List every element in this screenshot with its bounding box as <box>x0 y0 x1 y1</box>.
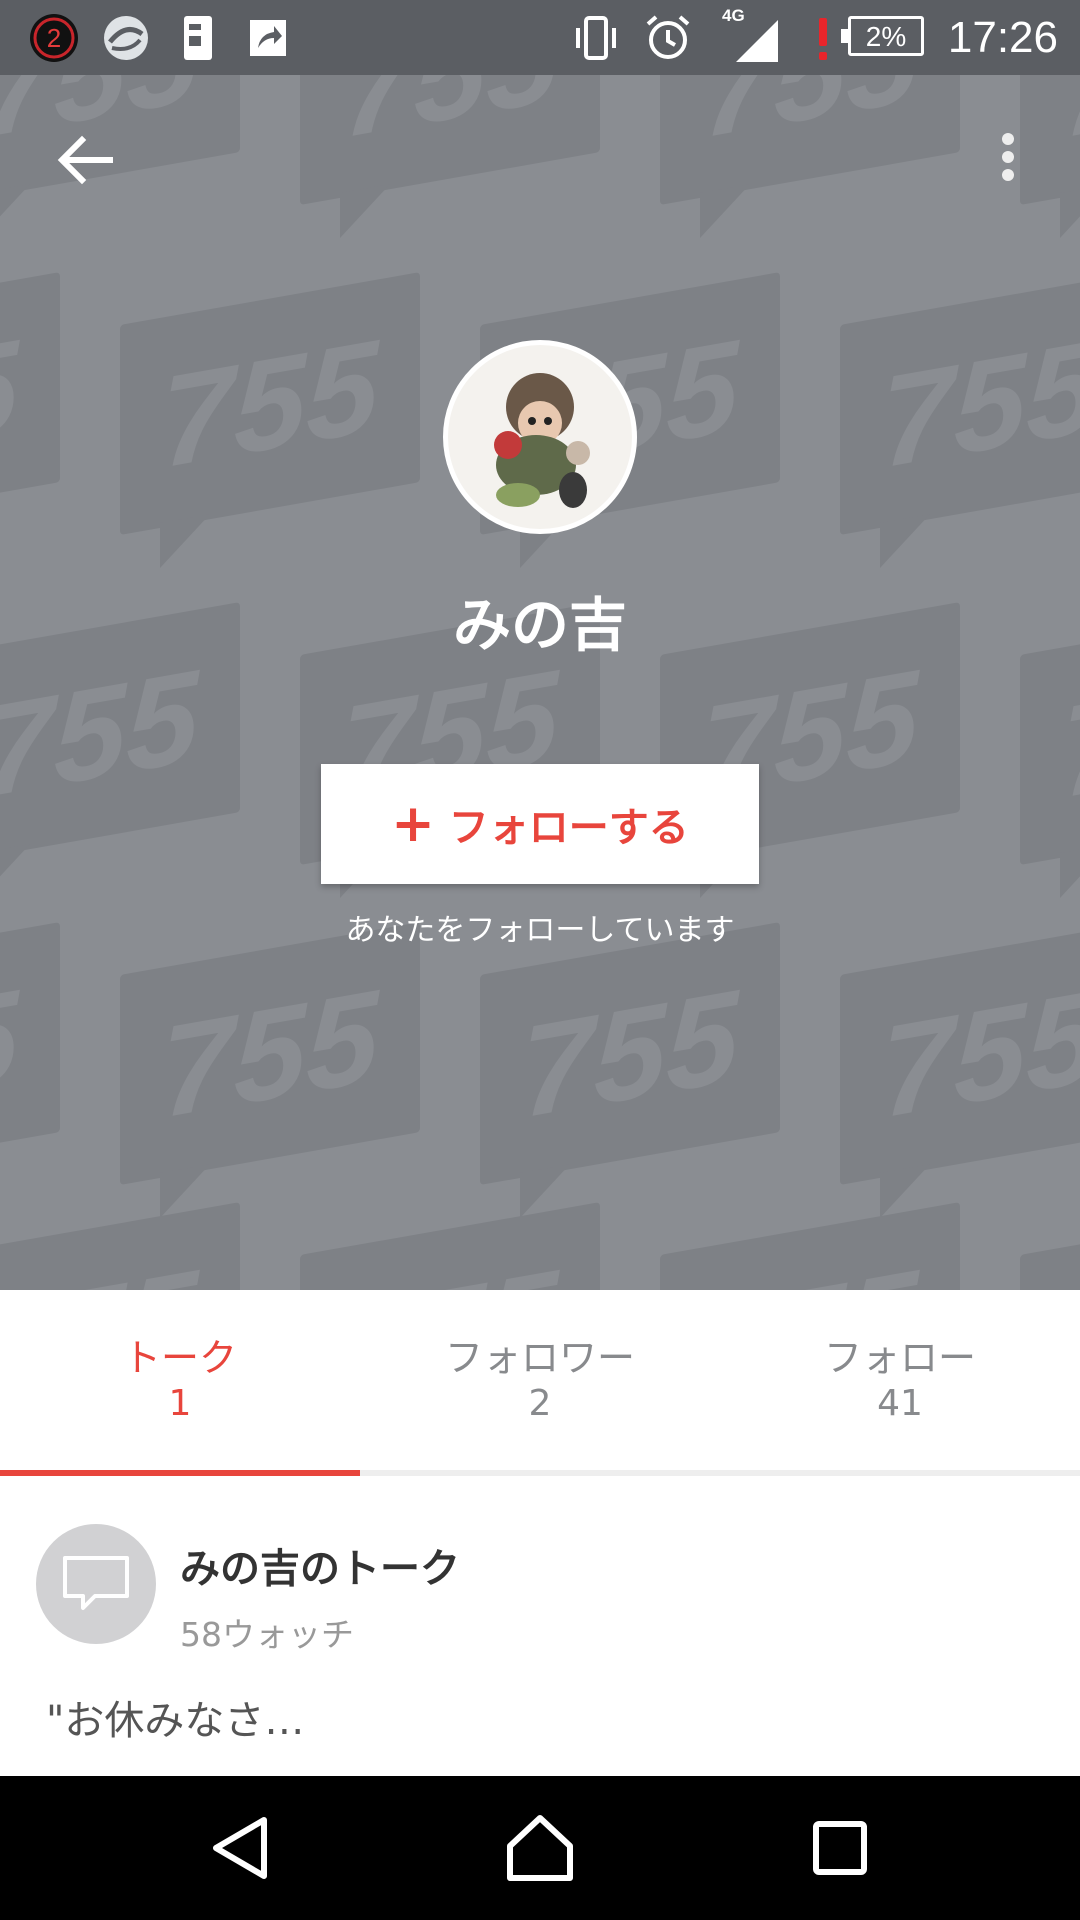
alert-icon <box>819 18 827 60</box>
talk-list-item[interactable]: みの吉のトーク 58ウォッチ "お休みなさ… <box>0 1476 1080 1776</box>
phone-app-icon <box>184 16 212 60</box>
tab-talk[interactable]: トーク 1 <box>0 1290 360 1470</box>
notification-badge-icon: 2 <box>30 14 78 62</box>
back-triangle-icon[interactable] <box>202 1808 282 1888</box>
tab-followers[interactable]: フォロワー 2 <box>360 1290 720 1470</box>
back-button[interactable] <box>50 125 120 195</box>
avatar[interactable] <box>443 340 637 534</box>
recents-icon[interactable] <box>800 1808 880 1888</box>
notification-count: 2 <box>47 23 61 53</box>
profile-name: みの吉 <box>452 591 627 659</box>
status-bar: 2 4G 2% 17:26 <box>0 0 1080 75</box>
profile-tabs: トーク 1 フォロワー 2 フォロー 41 <box>0 1290 1080 1476</box>
plus-icon: + <box>391 794 435 854</box>
tab-followers-label: フォロワー <box>444 1336 635 1380</box>
follow-button-label: フォローする <box>448 805 689 851</box>
talk-icon <box>36 1524 156 1644</box>
tab-following-label: フォロー <box>823 1336 976 1380</box>
spin-app-icon <box>104 16 148 60</box>
more-options-button[interactable] <box>985 125 1035 195</box>
system-nav-bar <box>0 1776 1080 1920</box>
tab-following[interactable]: フォロー 41 <box>720 1290 1080 1470</box>
talk-title: みの吉のトーク <box>180 1546 460 1592</box>
home-icon[interactable] <box>500 1808 580 1888</box>
clock: 17:26 <box>947 13 1058 62</box>
talk-preview: "お休みなさ… <box>46 1698 305 1744</box>
vibrate-icon <box>576 16 616 60</box>
tab-talk-label: トーク <box>122 1336 237 1380</box>
profile-header: 7557557557557557557557557557557557557557… <box>0 75 1080 1290</box>
tab-followers-count: 2 <box>528 1383 552 1424</box>
share-app-icon <box>250 20 286 56</box>
follow-button[interactable]: + フォローする <box>321 764 759 884</box>
signal-icon <box>736 20 778 62</box>
avatar-image <box>448 345 632 529</box>
watermark-text: 755 <box>1062 75 1080 165</box>
speech-bubble-icon <box>63 1556 129 1610</box>
battery-icon: 2% <box>841 16 924 56</box>
alarm-icon <box>646 15 690 59</box>
follows-you-status: あなたをフォローしています <box>345 913 735 948</box>
battery-percent: 2% <box>865 21 907 52</box>
header-watermark-pattern: 7557557557557557557557557557557557557557… <box>0 75 1080 1290</box>
tab-talk-count: 1 <box>168 1383 192 1424</box>
talk-watch-count: 58ウォッチ <box>180 1615 354 1654</box>
tab-following-count: 41 <box>877 1383 923 1424</box>
